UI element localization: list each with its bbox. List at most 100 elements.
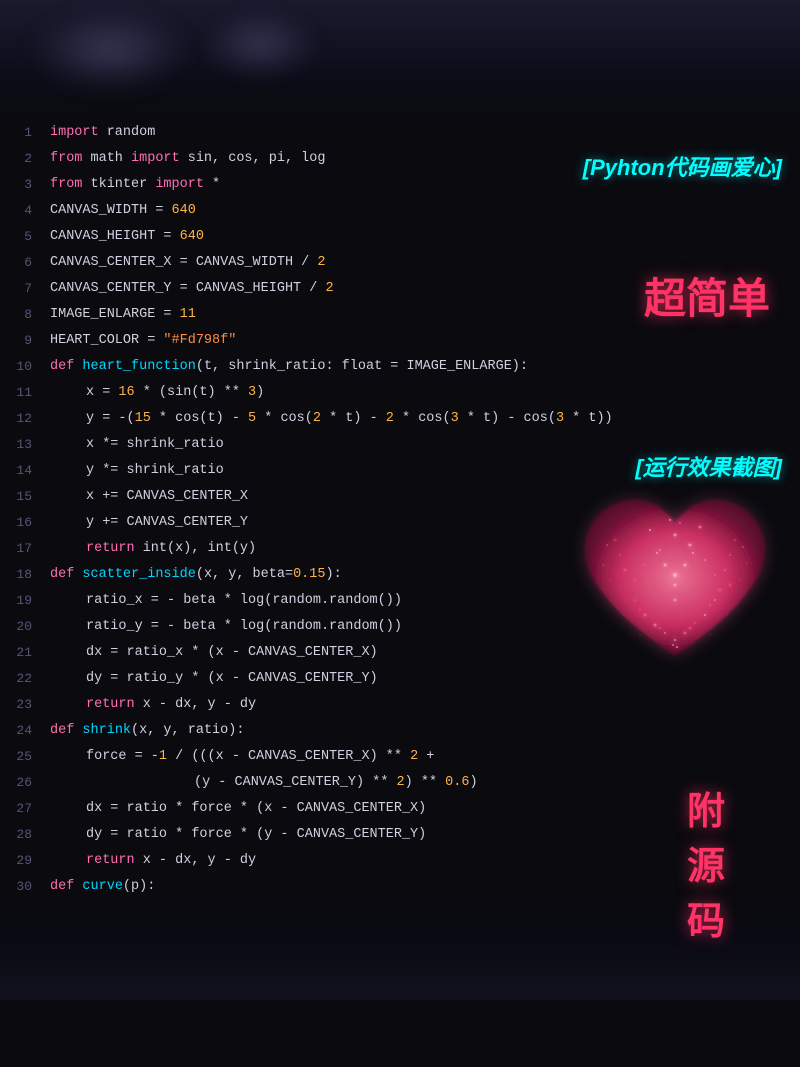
token-plain: dx = ratio * force * (x - CANVAS_CENTER_… (86, 801, 426, 816)
code-line-23: 23 return x - dx, y - dy (0, 692, 800, 718)
token-kw: def (50, 723, 74, 738)
line-number: 27 (0, 796, 50, 822)
top-blur-section (0, 0, 800, 120)
code-line-30: 30def curve(p): (0, 874, 800, 900)
token-num: 15 (135, 411, 151, 426)
token-num: 0.15 (293, 567, 325, 582)
token-plain: * cos(t) - (151, 411, 248, 426)
token-plain: * t)) (564, 411, 613, 426)
token-plain: y *= shrink_ratio (86, 463, 224, 478)
line-number: 4 (0, 198, 50, 224)
token-plain: * cos( (256, 411, 313, 426)
line-number: 7 (0, 276, 50, 302)
code-line-10: 10def heart_function(t, shrink_ratio: fl… (0, 354, 800, 380)
token-plain: sin, cos, pi, log (180, 151, 326, 166)
token-plain: math (82, 151, 131, 166)
code-line-11: 11 x = 16 * (sin(t) ** 3) (0, 380, 800, 406)
token-kw: def (50, 879, 74, 894)
token-plain: x *= shrink_ratio (86, 437, 224, 452)
code-line-12: 12 y = -(15 * cos(t) - 5 * cos(2 * t) - … (0, 406, 800, 432)
token-ind (50, 614, 86, 640)
token-plain: ratio_y = - beta * log(random.random()) (86, 619, 402, 634)
line-number: 30 (0, 874, 50, 900)
token-kw: from (50, 151, 82, 166)
code-block: [Pyhton代码画爱心] 超简单 [运行效果截图] (0, 120, 800, 900)
line-code: CANVAS_WIDTH = 640 (50, 198, 800, 224)
title-bracket-text: [Pyhton代码画爱心] (583, 150, 782, 182)
token-fn: scatter_inside (74, 567, 196, 582)
line-number: 29 (0, 848, 50, 874)
code-line-26: 26 (y - CANVAS_CENTER_Y) ** 2) ** 0.6) (0, 770, 800, 796)
line-code: import random (50, 120, 800, 146)
token-plain: y = -( (86, 411, 135, 426)
code-line-25: 25 force = -1 / (((x - CANVAS_CENTER_X) … (0, 744, 800, 770)
token-num: 3 (248, 385, 256, 400)
line-number: 5 (0, 224, 50, 250)
code-line-28: 28 dy = ratio * force * (y - CANVAS_CENT… (0, 822, 800, 848)
token-plain: x - dx, y - dy (135, 853, 257, 868)
token-plain: * t) - cos( (459, 411, 556, 426)
line-number: 15 (0, 484, 50, 510)
line-number: 12 (0, 406, 50, 432)
line-number: 25 (0, 744, 50, 770)
token-plain: (p): (123, 879, 155, 894)
screenshot-label-annotation: [运行效果截图] (635, 450, 782, 482)
token-num: 2 (397, 775, 405, 790)
line-code: y = -(15 * cos(t) - 5 * cos(2 * t) - 2 *… (50, 406, 800, 432)
token-plain: y += CANVAS_CENTER_Y (86, 515, 248, 530)
token-plain: * t) - (321, 411, 386, 426)
token-kw: return (86, 853, 135, 868)
token-num: 2 (410, 749, 418, 764)
code-line-5: 5CANVAS_HEIGHT = 640 (0, 224, 800, 250)
token-num: 5 (248, 411, 256, 426)
token-plain: * (204, 177, 220, 192)
token-ind (50, 380, 86, 406)
token-plain: * (sin(t) ** (135, 385, 248, 400)
token-plain: (y - CANVAS_CENTER_Y) ** (194, 775, 397, 790)
line-number: 21 (0, 640, 50, 666)
token-num: 640 (180, 229, 204, 244)
heart-image (565, 485, 785, 690)
token-plain: int(x), int(y) (135, 541, 257, 556)
line-number: 26 (0, 770, 50, 796)
token-plain: x += CANVAS_CENTER_X (86, 489, 248, 504)
token-num: 2 (386, 411, 394, 426)
token-ind (50, 536, 86, 562)
line-number: 24 (0, 718, 50, 744)
line-number: 9 (0, 328, 50, 354)
token-plain: ) ** (405, 775, 446, 790)
token-num: 2 (313, 411, 321, 426)
token-ind (50, 692, 86, 718)
code-line-4: 4CANVAS_WIDTH = 640 (0, 198, 800, 224)
super-simple-text: 超简单 (644, 265, 770, 326)
token-fn: shrink (74, 723, 131, 738)
token-ind (50, 744, 86, 770)
token-num: 3 (556, 411, 564, 426)
line-number: 3 (0, 172, 50, 198)
token-num: 16 (118, 385, 134, 400)
token-num: 2 (317, 255, 325, 270)
token-kw: import (50, 125, 99, 140)
line-code: CANVAS_HEIGHT = 640 (50, 224, 800, 250)
token-ind (50, 432, 86, 458)
token-ind (50, 666, 86, 692)
line-number: 22 (0, 666, 50, 692)
token-plain: dx = ratio_x * (x - CANVAS_CENTER_X) (86, 645, 378, 660)
token-fn: heart_function (74, 359, 196, 374)
token-plain: CANVAS_CENTER_Y = CANVAS_HEIGHT / (50, 281, 325, 296)
line-number: 18 (0, 562, 50, 588)
token-ind (50, 406, 86, 432)
token-plain: (x, y, beta= (196, 567, 293, 582)
line-number: 28 (0, 822, 50, 848)
token-plain: CANVAS_CENTER_X = CANVAS_WIDTH / (50, 255, 317, 270)
token-num: 2 (325, 281, 333, 296)
super-simple-annotation: 超简单 (644, 265, 770, 326)
code-line-29: 29 return x - dx, y - dy (0, 848, 800, 874)
token-kw: def (50, 359, 74, 374)
line-code: def shrink(x, y, ratio): (50, 718, 800, 744)
token-num: 0.6 (445, 775, 469, 790)
token-plain: (t, shrink_ratio: float = IMAGE_ENLARGE)… (196, 359, 528, 374)
code-line-9: 9HEART_COLOR = "#Fd798f" (0, 328, 800, 354)
line-number: 6 (0, 250, 50, 276)
line-number: 1 (0, 120, 50, 146)
